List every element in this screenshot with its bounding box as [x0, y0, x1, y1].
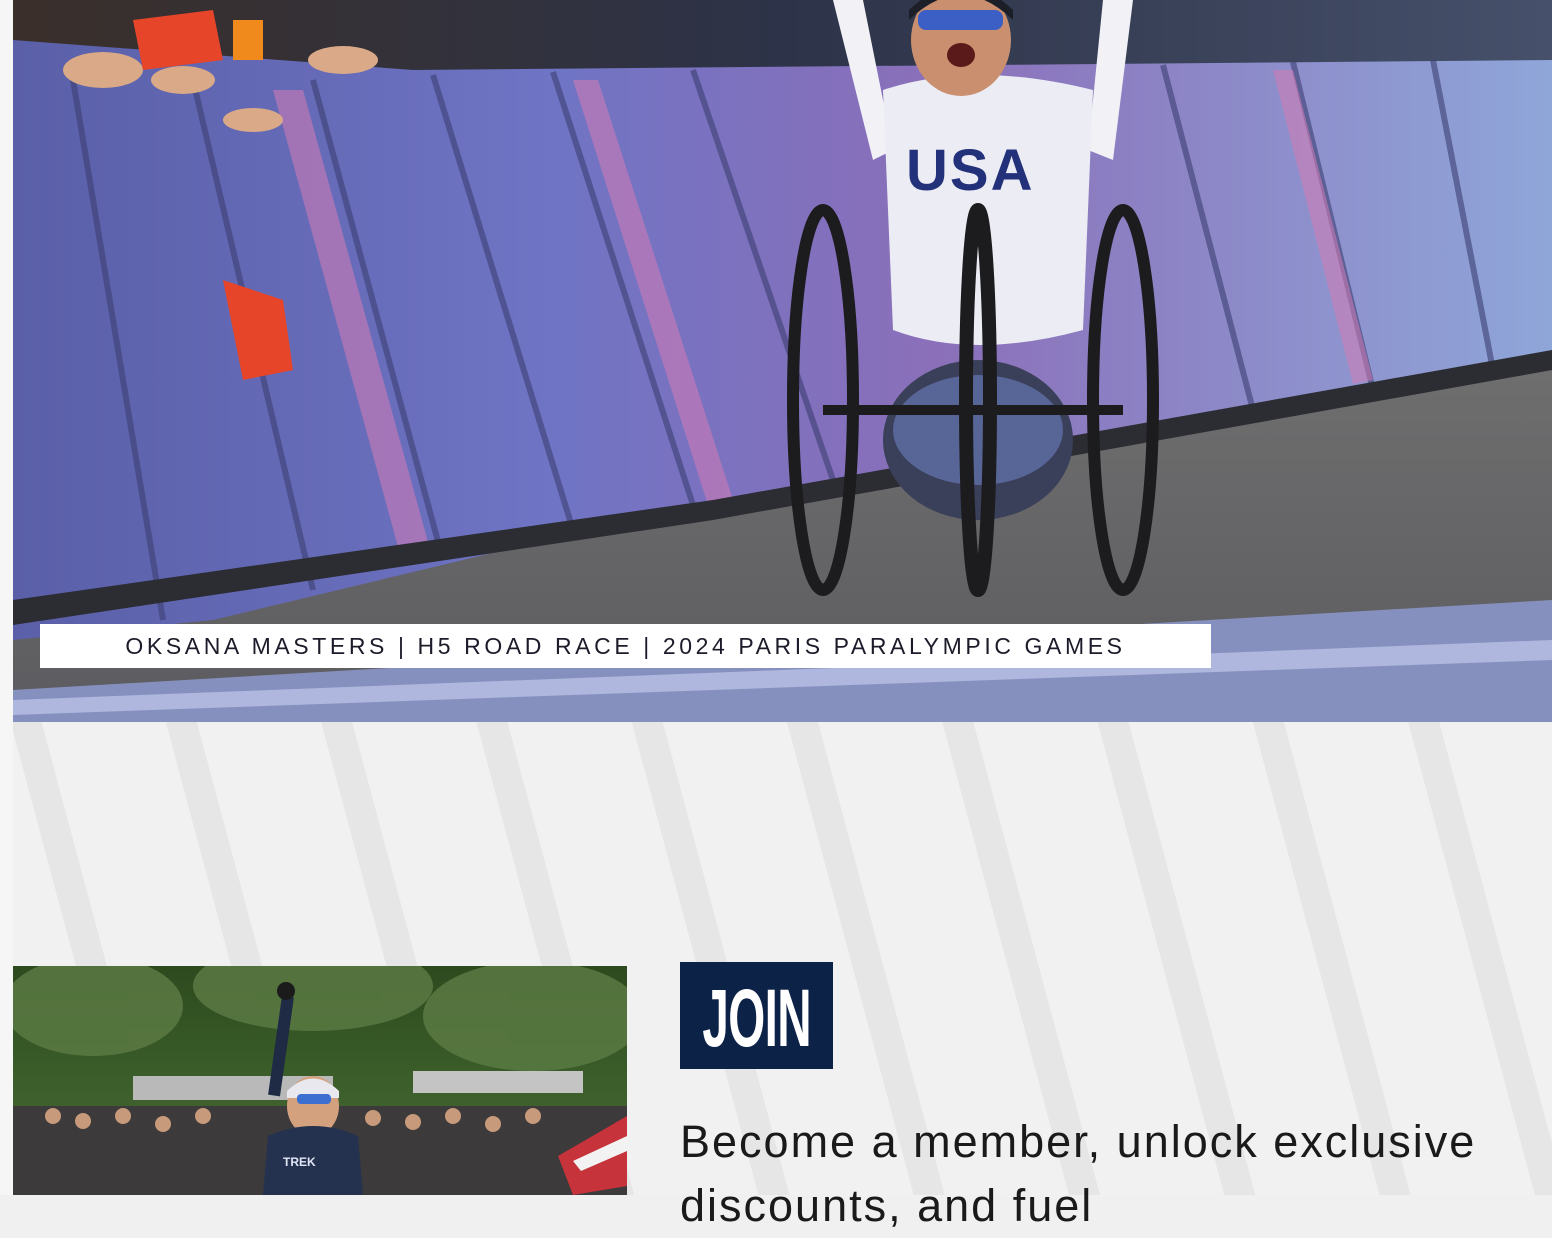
svg-text:TREK: TREK — [283, 1155, 316, 1169]
hero-caption: OKSANA MASTERS | H5 ROAD RACE | 2024 PAR… — [40, 624, 1211, 668]
left-gutter — [0, 0, 13, 1195]
join-badge: JOIN — [680, 962, 833, 1069]
hero-illustration: USA — [13, 0, 1552, 722]
jersey-text: USA — [906, 138, 1034, 203]
secondary-photo: TREK — [13, 966, 627, 1195]
hero-photo: USA — [13, 0, 1552, 722]
cyclist-illustration: TREK — [13, 966, 627, 1195]
join-description: Become a member, unlock exclusive discou… — [680, 1116, 1477, 1231]
join-badge-label: JOIN — [702, 972, 811, 1064]
